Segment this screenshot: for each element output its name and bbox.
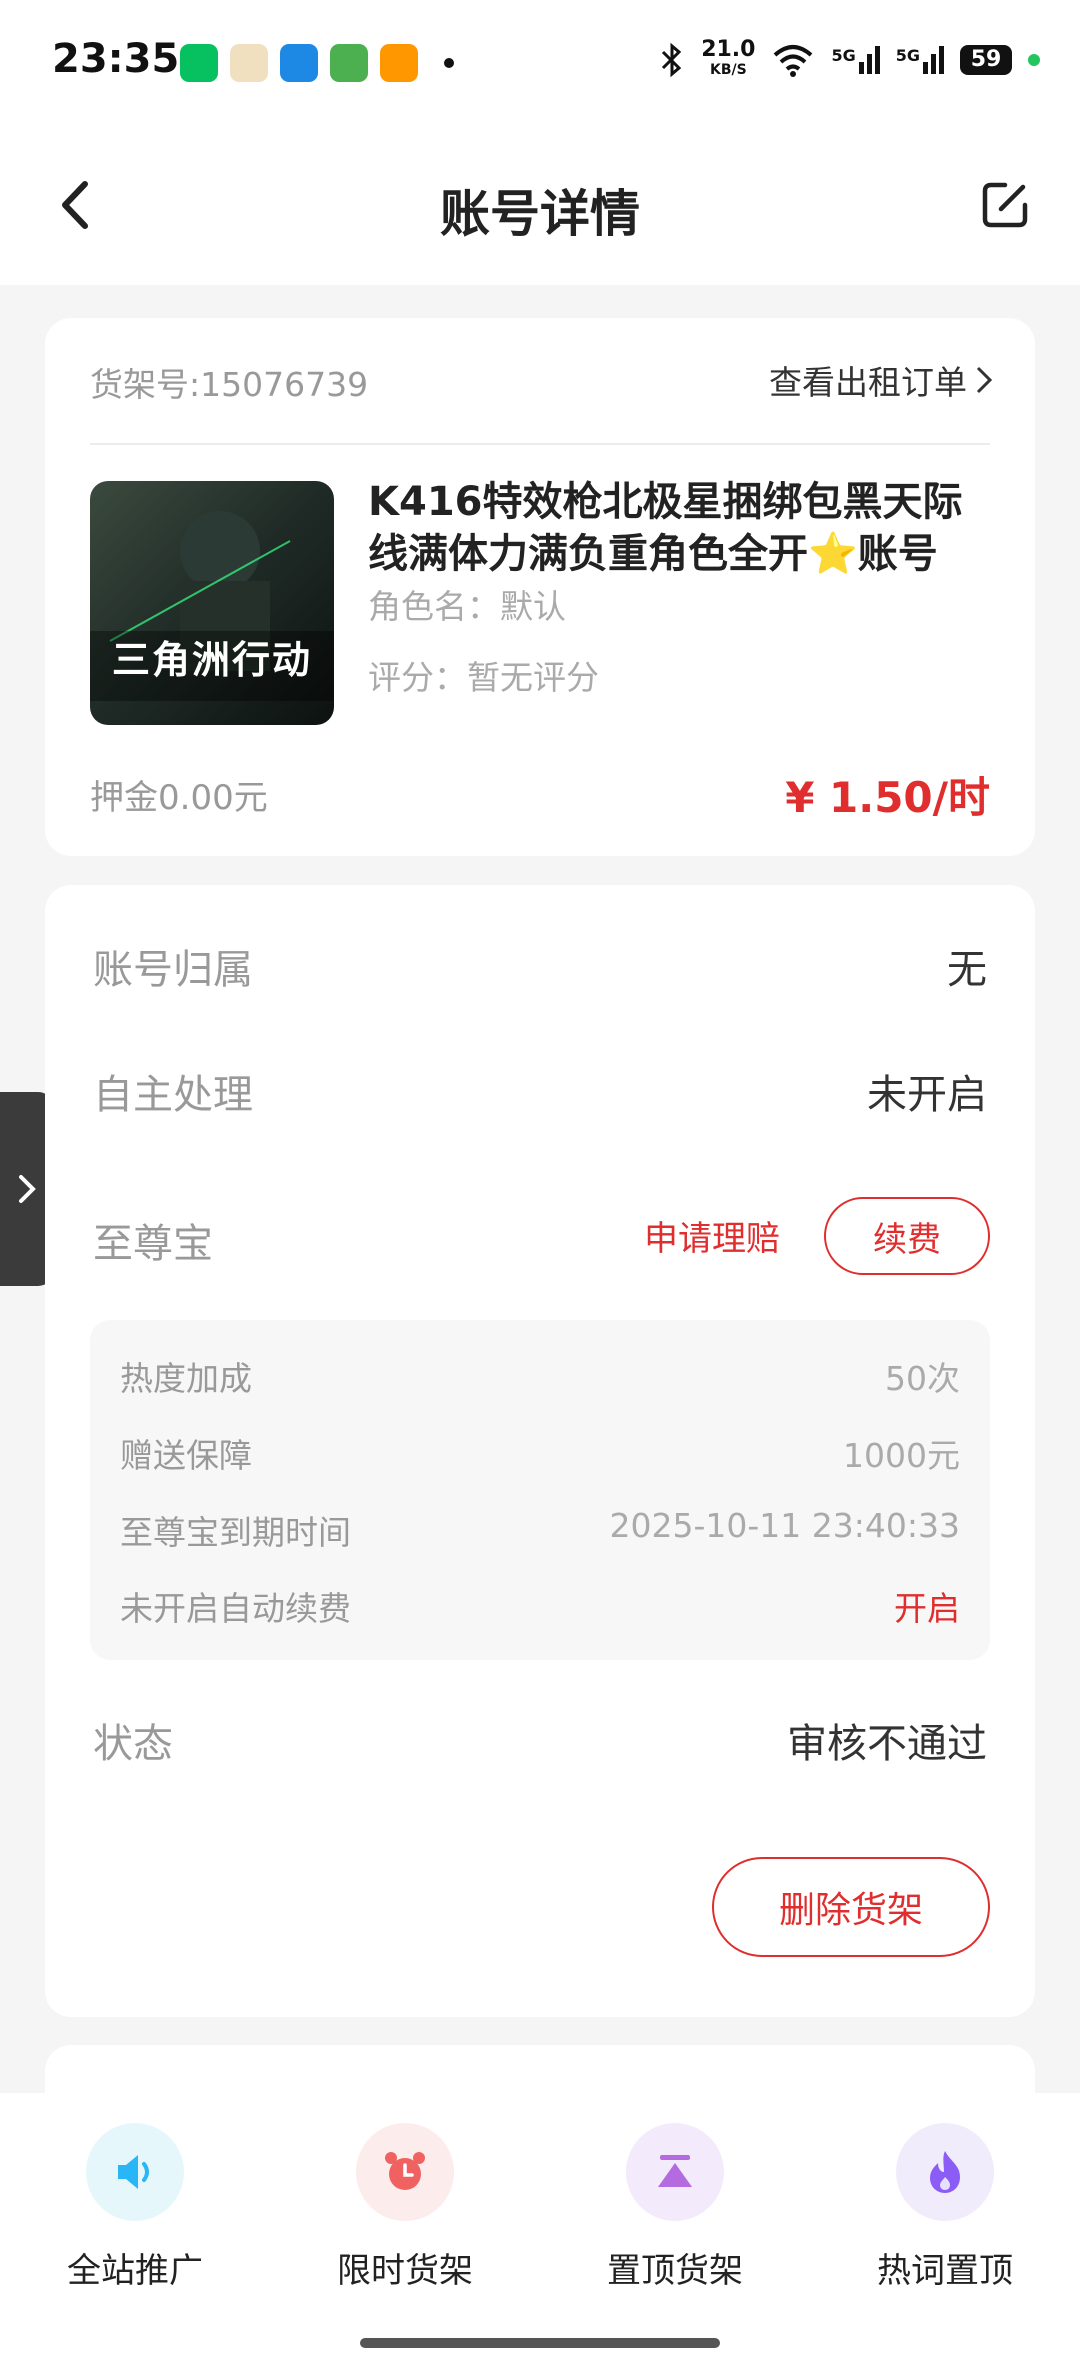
status-value: 审核不通过: [787, 1721, 987, 1767]
timed-shelf-button[interactable]: 限时货架: [305, 2123, 505, 2292]
info-row: 热度加成 50次: [120, 1352, 960, 1402]
bottom-action-bar: 全站推广 限时货架 置顶货架 热词置顶: [0, 2093, 1080, 2375]
charging-dot-icon: [1028, 54, 1040, 66]
supreme-info-box: 热度加成 50次 赠送保障 1000元 至尊宝到期时间 2025-10-11 2…: [90, 1320, 990, 1660]
pin-top-icon: [626, 2123, 724, 2221]
listing-card: 货架号:15076739 查看出租订单 三角洲行动 K416特效枪北极星捆绑包黑…: [45, 318, 1035, 856]
renew-button[interactable]: 续费: [824, 1197, 990, 1275]
chevron-right-icon: [976, 366, 993, 394]
role-name: 角色名：默认: [368, 587, 566, 626]
info-key: 热度加成: [120, 1359, 252, 1398]
network-speed: 21.0 KB/S: [701, 37, 756, 79]
pin-top-shelf-button[interactable]: 置顶货架: [575, 2123, 775, 2292]
divider: [90, 443, 990, 445]
home-indicator[interactable]: [360, 2338, 720, 2348]
pin-top-shelf-label: 置顶货架: [607, 2251, 743, 2291]
self-process-value: 未开启: [867, 1072, 987, 1118]
timed-shelf-label: 限时货架: [337, 2251, 473, 2291]
info-value: 1000元: [843, 1436, 960, 1475]
wechat-icon: [180, 44, 218, 82]
speaker-icon: [86, 2123, 184, 2221]
view-rental-orders-label: 查看出租订单: [769, 363, 967, 402]
hot-keyword-pin-label: 热词置顶: [877, 2251, 1013, 2291]
edit-icon: [982, 182, 1028, 228]
game-logo-text: 三角洲行动: [111, 638, 312, 682]
notification-icons: [180, 44, 454, 82]
status-right: 21.0 KB/S 5G 5G 59: [659, 37, 1040, 80]
info-key: 至尊宝到期时间: [120, 1513, 351, 1552]
chevron-right-icon: [19, 1175, 36, 1203]
details-card: 账号归属 无 自主处理 未开启 至尊宝 申请理赔 续费 热度加成 50次 赠送保…: [45, 885, 1035, 2017]
shop-app-icon: [380, 44, 418, 82]
alarm-clock-icon: [356, 2123, 454, 2221]
account-title: K416特效枪北极星捆绑包黑天际线满体力满负重角色全开⭐账号: [368, 479, 963, 577]
view-rental-orders-link[interactable]: 查看出租订单: [769, 356, 993, 404]
page-title: 账号详情: [440, 185, 640, 243]
info-value: 50次: [885, 1359, 960, 1398]
status-time: 23:35: [52, 36, 180, 82]
messages-icon: [330, 44, 368, 82]
hot-keyword-pin-button[interactable]: 热词置顶: [845, 2123, 1045, 2292]
battery-indicator: 59: [960, 45, 1012, 75]
wifi-icon: [774, 45, 813, 77]
rating: 评分：暂无评分: [368, 658, 599, 697]
flame-icon: [896, 2123, 994, 2221]
ownership-value: 无: [947, 947, 987, 993]
ownership-label: 账号归属: [93, 947, 253, 993]
status-bar: 23:35 21.0 KB/S 5G 5G 59: [0, 0, 1080, 130]
supreme-label: 至尊宝: [93, 1221, 213, 1267]
info-row: 赠送保障 1000元: [120, 1429, 960, 1479]
status-label: 状态: [93, 1721, 173, 1767]
info-key: 赠送保障: [120, 1436, 252, 1475]
game-cover-image: 三角洲行动: [90, 481, 334, 725]
deposit: 押金0.00元: [90, 778, 268, 818]
site-promotion-label: 全站推广: [67, 2251, 203, 2291]
apply-claim-link[interactable]: 申请理赔: [644, 1211, 780, 1260]
hourly-price: ¥ 1.50/时: [785, 773, 990, 822]
delete-shelf-button[interactable]: 删除货架: [712, 1857, 990, 1957]
info-key: 未开启自动续费: [120, 1589, 351, 1628]
game-app-icon: [230, 44, 268, 82]
info-row: 未开启自动续费 开启: [120, 1582, 960, 1632]
info-value: 2025-10-11 23:40:33: [609, 1506, 960, 1545]
edit-button[interactable]: [970, 170, 1040, 240]
site-promotion-button[interactable]: 全站推广: [35, 2123, 235, 2292]
game-cover-art: [90, 481, 334, 725]
bluetooth-icon: [662, 42, 682, 78]
signal-2: 5G: [896, 46, 944, 74]
more-notifications-icon: [444, 58, 454, 68]
rental-app-icon: [280, 44, 318, 82]
shelf-number: 货架号:15076739: [90, 365, 369, 404]
info-row: 至尊宝到期时间 2025-10-11 23:40:33: [120, 1506, 960, 1556]
enable-auto-renew-link[interactable]: 开启: [894, 1582, 960, 1630]
self-process-label: 自主处理: [93, 1072, 253, 1118]
signal-1: 5G: [831, 46, 880, 74]
nav-bar: 账号详情: [0, 130, 1080, 285]
